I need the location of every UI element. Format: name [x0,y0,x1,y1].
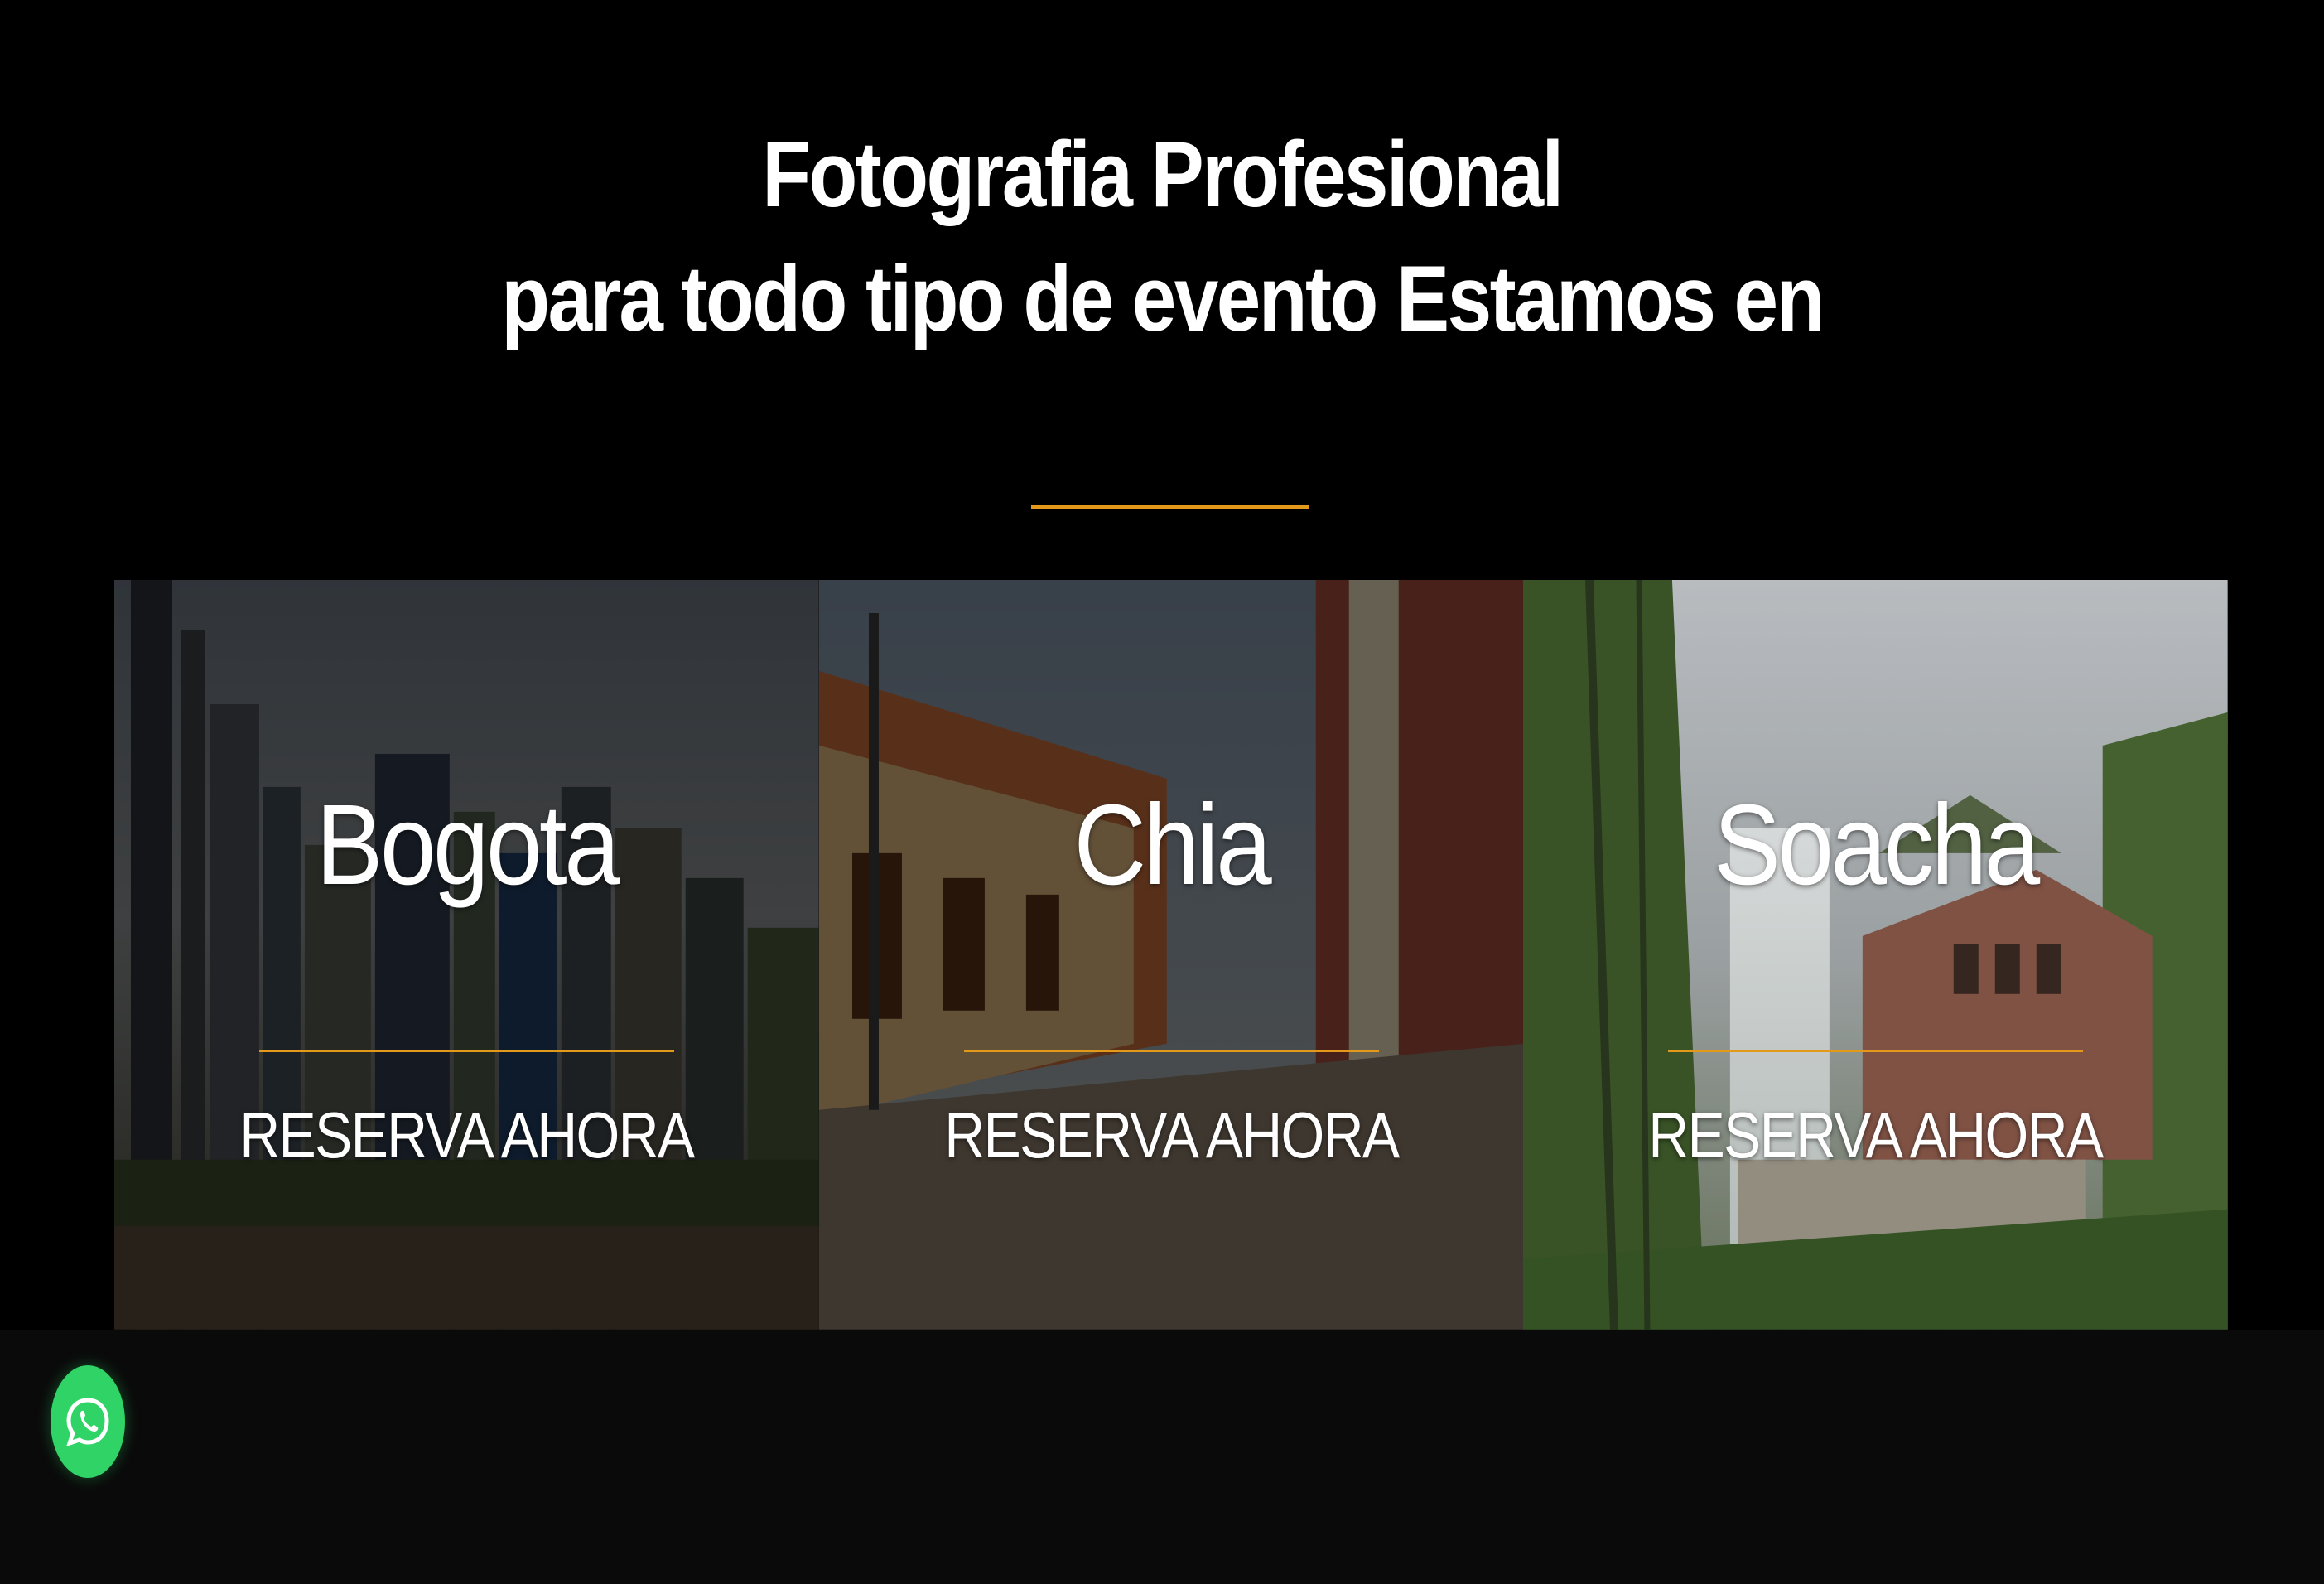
page-title: Fotografia Profesional [762,123,1564,226]
reserve-now-button[interactable]: RESERVA AHORA [865,1094,1478,1176]
card-divider [1668,1050,2084,1052]
title-divider [1031,505,1309,509]
location-card-bogota[interactable]: Bogota RESERVA AHORA [114,580,819,1330]
location-name: Chia [1073,781,1271,909]
card-divider [963,1050,1379,1052]
locations-grid: Bogota RESERVA AHORA Chia RESERVA AHORA … [114,580,2229,1330]
whatsapp-icon [66,1398,109,1446]
footer [0,1330,2324,1584]
page-subtitle: para todo tipo de evento Estamos en [501,247,1825,350]
card-divider [259,1050,674,1052]
whatsapp-button[interactable] [51,1365,125,1478]
reserve-now-button[interactable]: RESERVA AHORA [1569,1094,2182,1176]
reserve-now-button[interactable]: RESERVA AHORA [160,1094,773,1176]
card-overlay [818,580,1524,1330]
location-card-soacha[interactable]: Soacha RESERVA AHORA [1523,580,2229,1330]
location-card-chia[interactable]: Chia RESERVA AHORA [818,580,1524,1330]
location-name: Soacha [1714,781,2040,909]
card-overlay [1523,580,2229,1330]
location-name: Bogota [316,781,620,909]
card-overlay [114,580,819,1330]
